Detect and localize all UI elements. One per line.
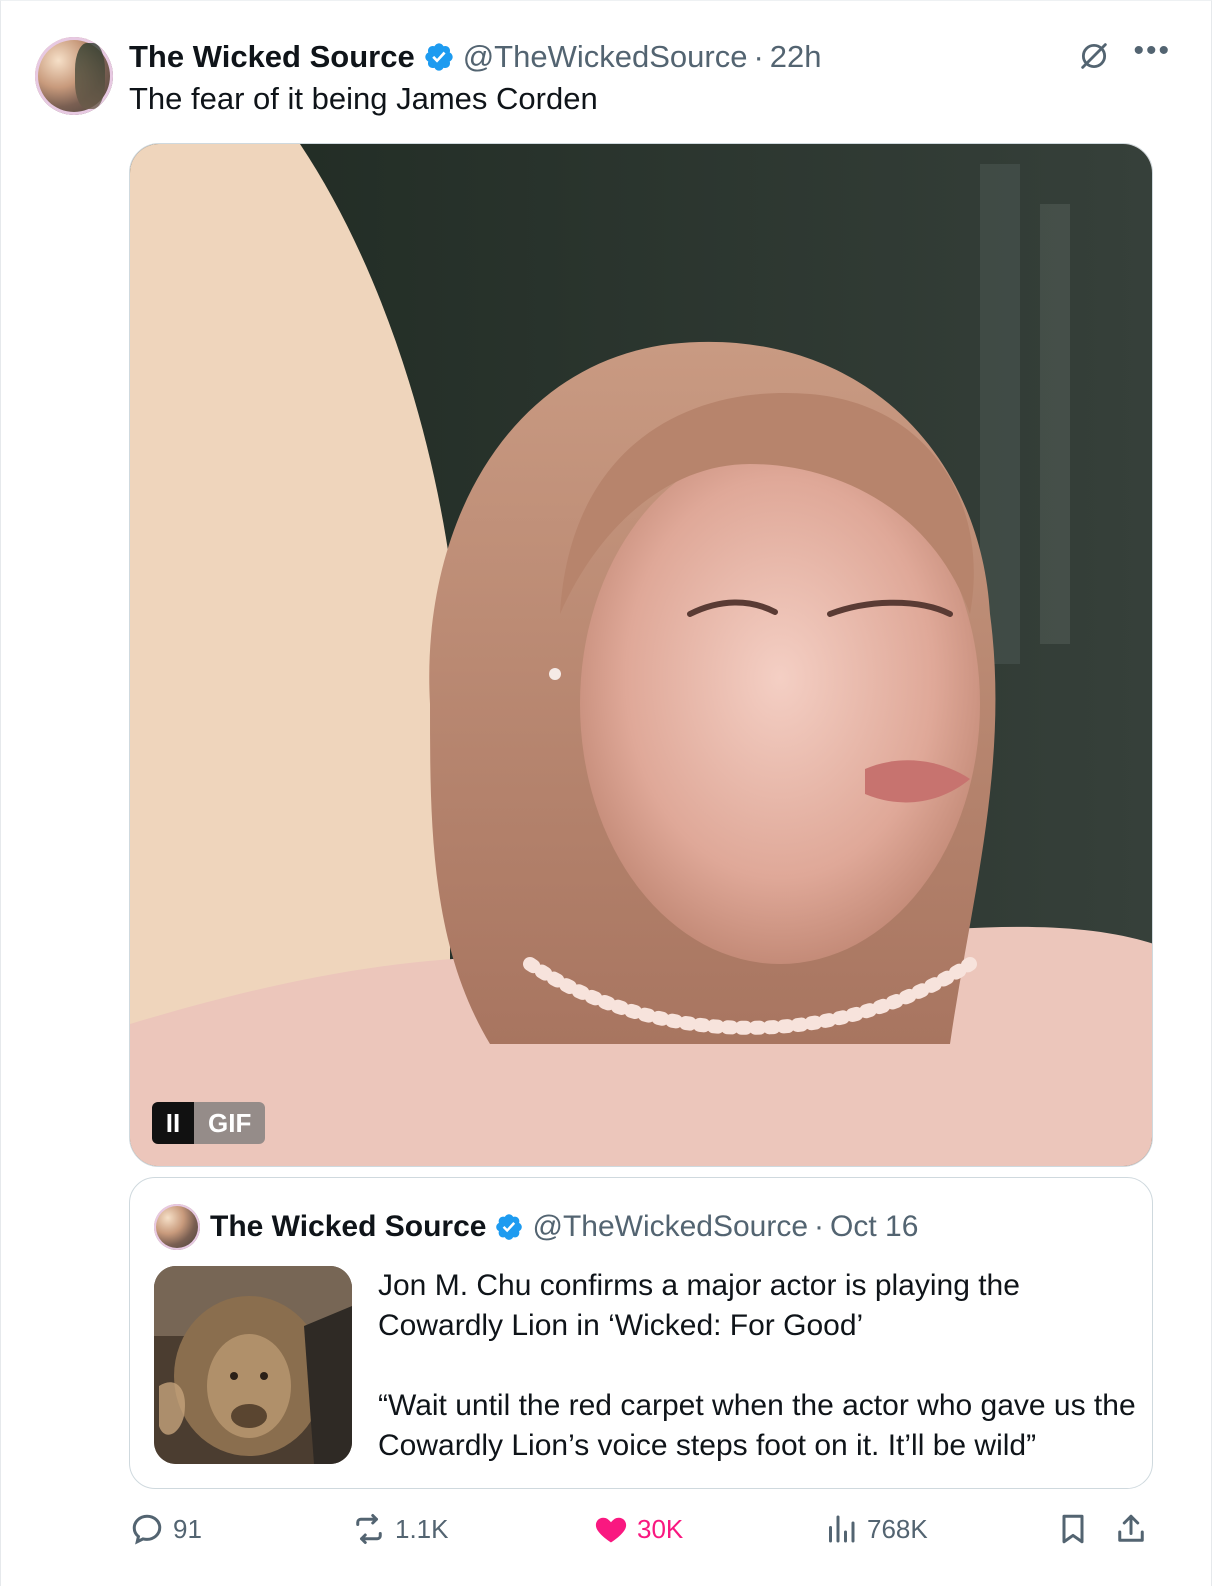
author-handle[interactable]: @TheWickedSource bbox=[463, 39, 748, 75]
tweet-gif-media[interactable]: II GIF bbox=[129, 143, 1153, 1167]
gif-label: GIF bbox=[194, 1102, 266, 1144]
repost-button[interactable]: 1.1K bbox=[351, 1511, 449, 1547]
views-count: 768K bbox=[867, 1513, 928, 1544]
like-count: 30K bbox=[637, 1513, 684, 1544]
lion-image bbox=[154, 1266, 352, 1464]
quoted-tweet-thumbnail[interactable] bbox=[154, 1266, 352, 1464]
tweet-action-bar: 91 1.1K 30K 768K bbox=[129, 1511, 1153, 1557]
quoted-author-name: The Wicked Source bbox=[210, 1210, 487, 1243]
separator-dot: · bbox=[814, 1210, 825, 1243]
bookmark-icon bbox=[1062, 1514, 1084, 1544]
verified-badge-icon bbox=[425, 43, 453, 71]
verified-badge-icon bbox=[496, 1214, 523, 1240]
repost-count: 1.1K bbox=[395, 1513, 449, 1544]
tweet-time[interactable]: 22h bbox=[770, 39, 822, 75]
quoted-text-paragraph: Jon M. Chu confirms a major actor is pla… bbox=[378, 1269, 1020, 1342]
repost-icon bbox=[356, 1514, 382, 1544]
bookmark-button[interactable] bbox=[1055, 1511, 1091, 1547]
gif-frame-image bbox=[130, 144, 1152, 1166]
quoted-author-handle: @TheWickedSource bbox=[532, 1210, 809, 1243]
separator-dot: · bbox=[753, 39, 764, 74]
quoted-tweet[interactable]: The Wicked Source @TheWickedSource · Oct… bbox=[129, 1177, 1153, 1489]
more-icon[interactable]: ••• bbox=[1133, 36, 1171, 66]
like-icon bbox=[595, 1517, 627, 1543]
share-button[interactable] bbox=[1113, 1511, 1149, 1547]
grok-icon[interactable] bbox=[1077, 39, 1111, 73]
like-button[interactable]: 30K bbox=[593, 1511, 683, 1547]
quoted-tweet-text: Jon M. Chu confirms a major actor is pla… bbox=[378, 1266, 1138, 1466]
tweet-text: The fear of it being James Corden bbox=[129, 81, 598, 116]
quoted-author-avatar bbox=[154, 1204, 200, 1250]
views-icon bbox=[829, 1515, 855, 1543]
pause-icon[interactable]: II bbox=[152, 1102, 194, 1144]
quoted-tweet-date: Oct 16 bbox=[830, 1210, 919, 1243]
reply-icon bbox=[132, 1514, 162, 1545]
views-button[interactable]: 768K bbox=[823, 1511, 928, 1547]
share-icon bbox=[1118, 1514, 1144, 1542]
tweet-top-actions: ••• bbox=[1077, 36, 1171, 73]
quoted-text-paragraph: “Wait until the red carpet when the acto… bbox=[378, 1389, 1136, 1462]
author-avatar[interactable] bbox=[35, 37, 113, 115]
reply-count: 91 bbox=[173, 1513, 202, 1544]
reply-button[interactable]: 91 bbox=[129, 1511, 202, 1547]
author-name[interactable]: The Wicked Source bbox=[129, 39, 415, 75]
tweet-card: The Wicked Source @TheWickedSource · 22h… bbox=[0, 0, 1212, 1586]
tweet-header: The Wicked Source @TheWickedSource · 22h bbox=[129, 37, 822, 77]
gif-badge[interactable]: II GIF bbox=[152, 1102, 266, 1144]
quoted-tweet-header: The Wicked Source @TheWickedSource · Oct… bbox=[154, 1204, 918, 1250]
